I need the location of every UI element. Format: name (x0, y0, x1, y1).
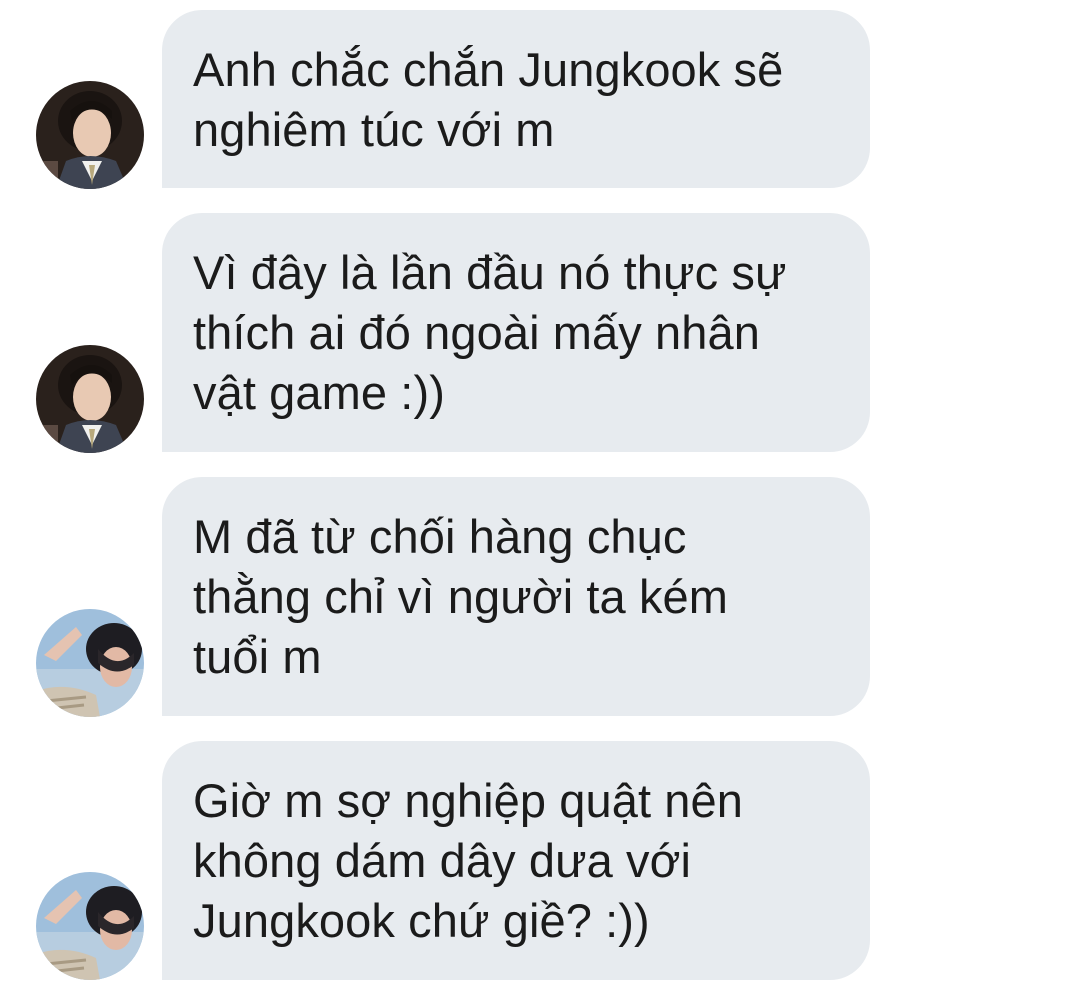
message-text: M đã từ chối hàng chục thằng chỉ vì ngườ… (193, 510, 729, 683)
sender-avatar[interactable] (36, 872, 144, 980)
message-text: Giờ m sợ nghiệp quật nên không dám dây d… (193, 774, 744, 947)
message-bubble[interactable]: Anh chắc chắn Jungkook sẽ nghiêm túc với… (162, 10, 870, 188)
sender-avatar[interactable] (36, 345, 144, 453)
sender-avatar[interactable] (36, 81, 144, 189)
avatar-dark-suit-icon (36, 81, 144, 189)
message-bubble[interactable]: M đã từ chối hàng chục thằng chỉ vì ngườ… (162, 477, 870, 716)
avatar-dark-suit-icon (36, 345, 144, 453)
avatar-sky-hand-icon (36, 872, 144, 980)
message-text: Vì đây là lần đầu nó thực sự thích ai đó… (193, 246, 787, 419)
message-bubble[interactable]: Vì đây là lần đầu nó thực sự thích ai đó… (162, 213, 870, 452)
message-text: Anh chắc chắn Jungkook sẽ nghiêm túc với… (193, 43, 784, 156)
sender-avatar[interactable] (36, 609, 144, 717)
message-bubble[interactable]: Giờ m sợ nghiệp quật nên không dám dây d… (162, 741, 870, 980)
avatar-sky-hand-icon (36, 609, 144, 717)
